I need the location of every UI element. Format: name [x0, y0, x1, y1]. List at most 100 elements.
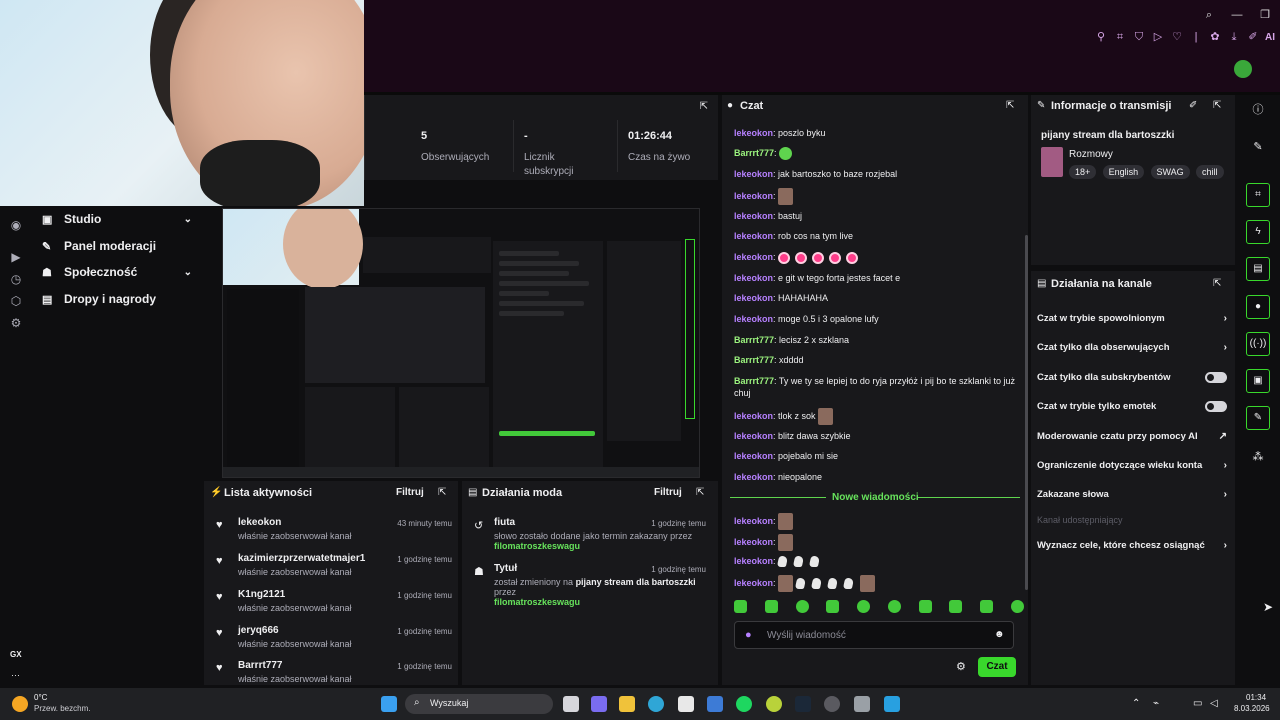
- sidebar-item-drops[interactable]: ▤ Dropy i nagrody: [42, 290, 192, 308]
- chat-username[interactable]: lekeokon: [734, 191, 773, 201]
- emote-button[interactable]: [764, 600, 778, 613]
- emote-icon[interactable]: [778, 251, 791, 264]
- emote-icon[interactable]: [846, 251, 859, 264]
- ai-label[interactable]: AI: [1265, 32, 1275, 43]
- emote-button[interactable]: [1010, 600, 1024, 613]
- action-goals[interactable]: Wyznacz cele, które chcesz osiągnąć ›: [1037, 537, 1227, 553]
- chat-username[interactable]: lekeokon: [734, 411, 773, 421]
- action-subscribers-only[interactable]: Czat tylko dla subskrybentów: [1037, 369, 1227, 385]
- discord-icon[interactable]: ◉: [9, 218, 23, 232]
- player-icon[interactable]: ▶: [9, 250, 23, 264]
- display-icon[interactable]: ▭: [1193, 698, 1202, 709]
- emote-icon[interactable]: [778, 513, 794, 530]
- taskbar-search[interactable]: ⌕ Wyszukaj: [405, 694, 553, 714]
- popout-icon[interactable]: ⇱: [438, 487, 446, 498]
- quick-action-broadcast[interactable]: ((·)): [1246, 332, 1270, 356]
- chat-input[interactable]: ● Wyślij wiadomość ☻: [734, 621, 1014, 649]
- pencil-icon[interactable]: ✎: [1251, 140, 1265, 154]
- chat-username[interactable]: Barrrt777: [734, 355, 774, 365]
- settings-icon[interactable]: ⚙: [9, 316, 23, 330]
- emote-button[interactable]: [857, 600, 871, 613]
- edge-icon[interactable]: [648, 696, 664, 712]
- popout-icon[interactable]: ⇱: [700, 101, 708, 112]
- copilot-icon[interactable]: [591, 696, 607, 712]
- chevron-down-icon[interactable]: ⌄: [184, 267, 192, 278]
- emote-icon[interactable]: [779, 147, 793, 161]
- filter-button[interactable]: Filtruj: [654, 487, 682, 498]
- emote-icon[interactable]: [778, 188, 794, 205]
- chat-username[interactable]: lekeokon: [734, 556, 773, 566]
- sidebar-item-moderation[interactable]: ✎ Panel moderacji: [42, 237, 192, 255]
- add-action-icon[interactable]: ⁂: [1251, 450, 1265, 464]
- activity-user[interactable]: kazimierzprzerwatetmajer1: [238, 553, 365, 564]
- emote-icon[interactable]: [810, 578, 822, 589]
- app-icon[interactable]: [766, 696, 782, 712]
- emote-icon[interactable]: [829, 251, 842, 264]
- quick-action-ads[interactable]: ▣: [1246, 369, 1270, 393]
- info-icon[interactable]: ⓘ: [1251, 103, 1265, 117]
- pin-icon[interactable]: ⚲: [1094, 30, 1108, 44]
- emoji-icon[interactable]: ☻: [994, 629, 1005, 640]
- emote-button[interactable]: [918, 600, 932, 613]
- minimize-icon[interactable]: —: [1230, 8, 1244, 22]
- volume-icon[interactable]: ◁: [1210, 698, 1218, 709]
- popout-icon[interactable]: ⇱: [1006, 100, 1014, 111]
- chat-scrollbar[interactable]: [1025, 235, 1028, 590]
- emote-icon[interactable]: [842, 578, 854, 589]
- action-banned-words[interactable]: Zakazane słowa ›: [1037, 486, 1227, 502]
- chevron-down-icon[interactable]: ⌄: [184, 214, 192, 225]
- emote-button[interactable]: [949, 600, 963, 613]
- task-view-icon[interactable]: [563, 696, 579, 712]
- app-icon[interactable]: [707, 696, 723, 712]
- send-chat-button[interactable]: Czat: [978, 657, 1016, 677]
- sidebar-item-community[interactable]: ☗ Społeczność ⌄: [42, 263, 192, 281]
- emote-icon[interactable]: [778, 575, 794, 592]
- ai-icon[interactable]: ✐: [1246, 30, 1260, 44]
- activity-user[interactable]: lekeokon: [238, 517, 281, 528]
- chat-username[interactable]: lekeokon: [734, 451, 773, 461]
- extension-icon[interactable]: ✿: [1208, 30, 1222, 44]
- microphone-icon[interactable]: ●: [745, 629, 752, 641]
- chat-username[interactable]: lekeokon: [734, 537, 773, 547]
- emote-button[interactable]: [887, 600, 901, 613]
- emote-icon[interactable]: [818, 408, 834, 425]
- spotify-icon[interactable]: [736, 696, 752, 712]
- list-item[interactable]: ♥ lekeokon właśnie zaobserwował kanał 43…: [216, 517, 452, 551]
- mod-action-item[interactable]: ☗ Tytuł 1 godzinę temu został zmieniony …: [474, 563, 706, 607]
- quick-action-clip[interactable]: ⌗: [1246, 183, 1270, 207]
- chat-username[interactable]: lekeokon: [734, 273, 773, 283]
- more-icon[interactable]: ···: [11, 670, 20, 680]
- sidebar-item-studio[interactable]: ▣ Studio ⌄: [42, 210, 192, 228]
- play-icon[interactable]: ▷: [1151, 30, 1165, 44]
- action-emote-only[interactable]: Czat w trybie tylko emotek: [1037, 398, 1227, 414]
- popout-icon[interactable]: ⇱: [696, 487, 704, 498]
- popout-icon[interactable]: ⇱: [1213, 100, 1221, 111]
- settings-icon[interactable]: [854, 696, 870, 712]
- crop-icon[interactable]: ⌗: [1113, 30, 1127, 44]
- mod-user-link[interactable]: filomatroszkeswagu: [494, 597, 580, 607]
- filter-button[interactable]: Filtruj: [396, 487, 424, 498]
- network-icon[interactable]: ⌁: [1153, 698, 1159, 709]
- extensions-icon[interactable]: ⬡: [9, 294, 23, 308]
- emote-button[interactable]: [795, 600, 809, 613]
- mod-action-item[interactable]: ↺ fiuta 1 godzinę temu słowo zostało dod…: [474, 517, 706, 561]
- chat-username[interactable]: Barrrt777: [734, 335, 774, 345]
- chat-username[interactable]: Barrrt777: [734, 148, 774, 158]
- app-icon[interactable]: [884, 696, 900, 712]
- chat-username[interactable]: lekeokon: [734, 293, 773, 303]
- obs-icon[interactable]: [824, 696, 840, 712]
- chat-username[interactable]: lekeokon: [734, 252, 773, 262]
- chat-username[interactable]: lekeokon: [734, 169, 773, 179]
- history-icon[interactable]: ◷: [9, 272, 23, 286]
- gx-label[interactable]: GX: [10, 650, 22, 659]
- stream-preview[interactable]: [222, 208, 700, 478]
- emote-icon[interactable]: [808, 556, 821, 568]
- weather-icon[interactable]: [12, 696, 28, 712]
- quick-action-boost[interactable]: ϟ: [1246, 220, 1270, 244]
- start-icon[interactable]: [381, 696, 397, 712]
- chat-username[interactable]: lekeokon: [734, 578, 773, 588]
- store-icon[interactable]: [678, 696, 694, 712]
- chat-username[interactable]: Barrrt777: [734, 376, 774, 386]
- activity-user[interactable]: Barrrt777: [238, 660, 282, 671]
- chat-settings-icon[interactable]: ⚙: [956, 660, 966, 673]
